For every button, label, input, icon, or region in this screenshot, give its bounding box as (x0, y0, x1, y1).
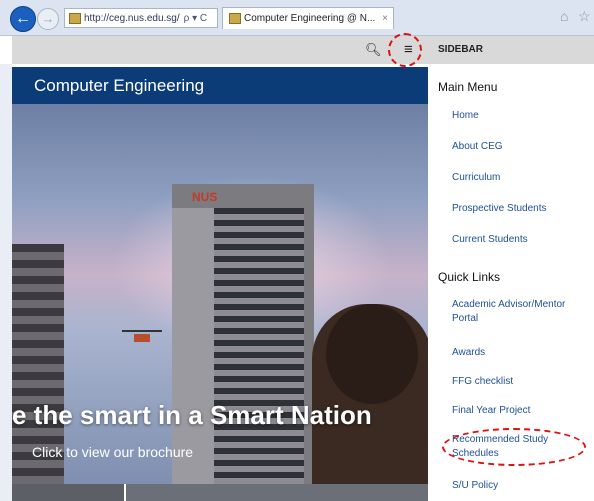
site-title[interactable]: Computer Engineering (34, 76, 204, 95)
tab-close-icon[interactable]: × (382, 8, 388, 29)
drone-body (134, 334, 150, 342)
browser-tab[interactable]: Computer Engineering @ N... × (222, 7, 394, 29)
quick-link-awards[interactable]: Awards (452, 346, 590, 360)
thumbnail-2[interactable] (126, 484, 428, 501)
sidebar-item-current-students[interactable]: Current Students (452, 233, 590, 247)
quick-link-academic-advisor-portal[interactable]: Academic Advisor/Mentor Portal (452, 298, 590, 326)
address-bar[interactable]: http://ceg.nus.edu.sg/ρ ▾ C (64, 8, 218, 28)
hero-banner[interactable]: NUS e the smart in a Smart Nation Click … (12, 104, 428, 484)
sidebar-item-prospective-students[interactable]: Prospective Students (452, 202, 590, 216)
building-windows (214, 208, 304, 484)
right-building: NUS (172, 184, 314, 484)
site-favicon-icon (69, 12, 81, 24)
quick-link-final-year-project[interactable]: Final Year Project (452, 404, 590, 418)
person-silhouette (312, 304, 428, 484)
thumbnail-strip (12, 484, 428, 501)
building-side (172, 208, 214, 484)
url-text: http://ceg.nus.edu.sg/ (84, 13, 180, 24)
star-icon[interactable]: ☆ (578, 8, 591, 25)
quick-link-su-policy[interactable]: S/U Policy (452, 479, 590, 493)
forward-arrow-icon[interactable]: → (37, 8, 59, 30)
annotation-circle-menu (388, 33, 422, 67)
person-head (326, 304, 418, 404)
quick-links-heading: Quick Links (438, 270, 501, 284)
sidebar-item-curriculum[interactable]: Curriculum (452, 171, 590, 185)
thumbnail-1[interactable] (12, 484, 126, 501)
page-topbar: 🔍︎ ≡ (12, 36, 428, 64)
tab-title: Computer Engineering @ N... (244, 13, 376, 24)
sidebar-title: SIDEBAR (428, 36, 594, 64)
home-icon[interactable]: ⌂ (560, 8, 568, 24)
main-menu-heading: Main Menu (438, 80, 498, 94)
address-bar-controls[interactable]: ρ ▾ C (184, 13, 208, 24)
drone-image (122, 328, 162, 346)
browser-toolbar: ← → http://ceg.nus.edu.sg/ρ ▾ C Computer… (0, 0, 594, 36)
drone-arms (122, 330, 162, 332)
page-left-edge (0, 64, 12, 501)
search-icon[interactable]: 🔍︎ (365, 42, 382, 58)
site-header: Computer Engineering (12, 67, 428, 104)
annotation-circle-study-schedules (442, 428, 586, 466)
sidebar-item-home[interactable]: Home (452, 109, 590, 123)
tab-favicon-icon (229, 12, 241, 24)
back-arrow-icon[interactable]: ← (10, 6, 36, 32)
building-sign: NUS (192, 190, 218, 204)
quick-link-ffg-checklist[interactable]: FFG checklist (452, 375, 590, 389)
sidebar-item-about-ceg[interactable]: About CEG (452, 140, 590, 154)
hero-headline: e the smart in a Smart Nation (12, 400, 372, 430)
brochure-link[interactable]: Click to view our brochure (32, 444, 193, 460)
